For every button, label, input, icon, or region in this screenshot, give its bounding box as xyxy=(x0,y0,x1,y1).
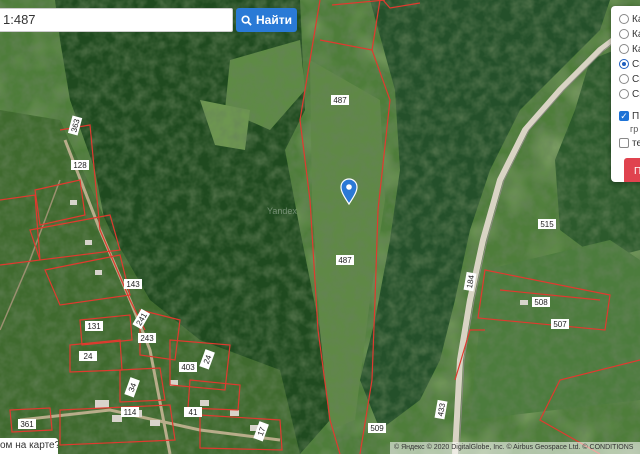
layer-radio[interactable] xyxy=(619,29,629,39)
layer-radio[interactable] xyxy=(619,74,629,84)
map-watermark: Yandex xyxy=(267,206,297,216)
parcel-label: 508 xyxy=(532,297,550,307)
layer-radio-selected[interactable] xyxy=(619,59,629,69)
checkbox-label: П xyxy=(632,110,640,122)
second-checkbox-option[interactable]: те xyxy=(619,136,640,150)
layer-radio[interactable] xyxy=(619,44,629,54)
svg-text:41: 41 xyxy=(189,408,198,417)
parcel-label: 403 xyxy=(179,362,197,372)
parcel-label: 487 xyxy=(331,95,349,105)
layer-option[interactable]: Сп xyxy=(619,87,640,101)
satellite-map[interactable]: 487 487 515 184 508 507 433 509 128 143 … xyxy=(0,0,640,454)
search-icon xyxy=(241,14,252,26)
svg-text:131: 131 xyxy=(87,322,101,331)
report-map-error-link[interactable]: ом на карте? xyxy=(0,438,58,454)
layer-option-label: Сп xyxy=(632,73,640,85)
parcel-label: 243 xyxy=(138,333,156,343)
svg-text:509: 509 xyxy=(370,424,384,433)
layer-option-label: Сп xyxy=(632,58,640,70)
layer-radio[interactable] xyxy=(619,14,629,24)
layer-radio[interactable] xyxy=(619,89,629,99)
layer-option-label: Сп xyxy=(632,88,640,100)
parcel-label: 361 xyxy=(18,419,36,429)
parcel-label: 114 xyxy=(121,407,139,417)
boundaries-checkbox-option[interactable]: ✓ П xyxy=(619,109,639,123)
layer-option-label: Ка xyxy=(632,28,640,40)
parcel-label: 487 xyxy=(336,255,354,265)
layer-option-label: Ка xyxy=(632,43,640,55)
checkbox[interactable] xyxy=(619,138,629,148)
checkbox-sublabel: гр xyxy=(630,124,639,134)
parcel-label: 128 xyxy=(71,160,89,170)
svg-text:487: 487 xyxy=(333,96,347,105)
parcel-label: 41 xyxy=(184,407,202,417)
layer-option-label: Ка xyxy=(632,13,640,25)
parcel-label: 131 xyxy=(85,321,103,331)
layer-option[interactable]: Ка xyxy=(619,42,640,56)
parcel-label: 24 xyxy=(79,351,97,361)
layer-option[interactable]: Ка xyxy=(619,12,640,26)
apply-button[interactable]: П xyxy=(624,158,640,182)
svg-text:114: 114 xyxy=(124,408,137,417)
parcel-label: 515 xyxy=(538,219,556,229)
svg-text:487: 487 xyxy=(338,256,352,265)
layer-option[interactable]: Сп xyxy=(619,72,640,86)
svg-text:507: 507 xyxy=(553,320,567,329)
svg-text:361: 361 xyxy=(20,420,34,429)
checkbox-checked[interactable]: ✓ xyxy=(619,111,629,121)
parcel-label: 143 xyxy=(124,279,142,289)
svg-text:243: 243 xyxy=(140,334,154,343)
cadastral-search-input[interactable]: 1:487 xyxy=(0,8,233,32)
search-button[interactable]: Найти xyxy=(236,8,297,32)
parcel-label: 509 xyxy=(368,423,386,433)
layer-option[interactable]: Ка xyxy=(619,27,640,41)
svg-text:143: 143 xyxy=(126,280,140,289)
map-copyright: © Яндекс © 2020 DigitalGlobe, Inc. © Air… xyxy=(390,442,640,454)
svg-text:24: 24 xyxy=(84,352,93,361)
svg-text:403: 403 xyxy=(181,363,195,372)
svg-text:515: 515 xyxy=(540,220,554,229)
svg-text:128: 128 xyxy=(73,161,87,170)
svg-text:508: 508 xyxy=(534,298,548,307)
map-layer-panel: Ка Ка Ка Сп Сп Сп ✓П гр те П xyxy=(611,6,640,182)
layer-option-selected[interactable]: Сп xyxy=(619,57,640,71)
parcel-label: 507 xyxy=(551,319,569,329)
checkbox-label: те xyxy=(632,137,640,149)
search-button-label: Найти xyxy=(256,13,292,27)
